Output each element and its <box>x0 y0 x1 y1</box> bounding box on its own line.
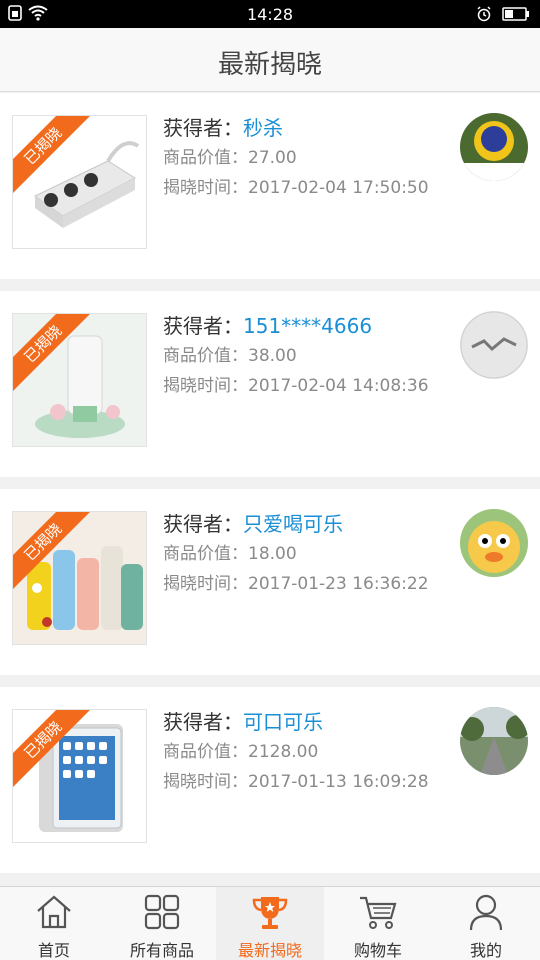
price-value: 2128.00 <box>248 742 319 762</box>
trophy-icon <box>252 897 288 929</box>
time-label: 揭晓时间： <box>163 376 248 396</box>
tab-mine[interactable]: 我的 <box>432 887 540 960</box>
avatar[interactable] <box>460 311 528 379</box>
price-value: 18.00 <box>248 544 297 564</box>
page-title: 最新揭晓 <box>217 50 322 80</box>
tab-all-products[interactable]: 所有商品 <box>108 887 216 960</box>
page-header: 最新揭晓 <box>0 28 540 92</box>
winner-name[interactable]: 秒杀 <box>243 116 283 140</box>
winner-label: 获得者： <box>163 116 243 140</box>
time-label: 揭晓时间： <box>163 178 248 198</box>
car-charger-image <box>13 116 146 248</box>
grid-icon <box>144 894 180 930</box>
bottom-tab-bar: 首页 所有商品 最新揭晓 购物车 我的 <box>0 886 540 960</box>
price-value: 38.00 <box>248 346 297 366</box>
time-label: 揭晓时间： <box>163 772 248 792</box>
price-value: 27.00 <box>248 148 297 168</box>
time-label: 揭晓时间： <box>163 574 248 594</box>
tab-home[interactable]: 首页 <box>0 887 108 960</box>
tab-latest-reveal[interactable]: 最新揭晓 <box>216 887 324 960</box>
home-icon <box>37 895 71 929</box>
avatar[interactable] <box>460 509 528 577</box>
cosmetic-tube-image <box>13 314 146 446</box>
tab-cart[interactable]: 购物车 <box>324 887 432 960</box>
list-item[interactable]: 已揭晓 获得者：只爱喝可乐 商品价值：18.00 揭晓时间：2017-01-23… <box>0 489 540 675</box>
price-label: 商品价值： <box>163 148 248 168</box>
tab-label: 我的 <box>469 941 502 960</box>
item-info: 获得者：151****4666 商品价值：38.00 揭晓时间：2017-02-… <box>163 311 429 401</box>
tab-label: 购物车 <box>353 941 402 960</box>
item-info: 获得者：秒杀 商品价值：27.00 揭晓时间：2017-02-04 17:50:… <box>163 113 429 203</box>
winner-label: 获得者： <box>163 314 243 338</box>
avatar[interactable] <box>460 113 528 181</box>
item-info: 获得者：可口可乐 商品价值：2128.00 揭晓时间：2017-01-13 16… <box>163 707 429 797</box>
product-image[interactable]: 已揭晓 <box>12 709 147 843</box>
avatar[interactable] <box>460 707 528 775</box>
time-value: 2017-02-04 17:50:50 <box>248 178 429 198</box>
tablet-image <box>13 710 146 842</box>
bottles-image <box>13 512 146 644</box>
list-item[interactable]: 已揭晓 获得者：可口可乐 商品价值：2128.00 揭晓时间：2017-01-1… <box>0 687 540 873</box>
battery-icon <box>502 7 529 21</box>
chick-avatar <box>460 509 528 577</box>
winner-name[interactable]: 可口可乐 <box>243 710 323 734</box>
flowers-avatar <box>460 113 528 181</box>
time-value: 2017-02-04 14:08:36 <box>248 376 429 396</box>
list-item[interactable]: 已揭晓 获得者：151****4666 商品价值：38.00 揭晓时间：2017… <box>0 291 540 477</box>
status-time: 14:28 <box>246 5 294 24</box>
item-info: 获得者：只爱喝可乐 商品价值：18.00 揭晓时间：2017-01-23 16:… <box>163 509 429 599</box>
price-label: 商品价值： <box>163 742 248 762</box>
product-image[interactable]: 已揭晓 <box>12 313 147 447</box>
price-label: 商品价值： <box>163 544 248 564</box>
price-label: 商品价值： <box>163 346 248 366</box>
time-value: 2017-01-13 16:09:28 <box>248 772 429 792</box>
product-image[interactable]: 已揭晓 <box>12 511 147 645</box>
time-value: 2017-01-23 16:36:22 <box>248 574 429 594</box>
winner-name[interactable]: 只爱喝可乐 <box>243 512 343 536</box>
tab-label: 最新揭晓 <box>237 941 302 960</box>
winner-name[interactable]: 151****4666 <box>243 314 372 338</box>
status-bar: 14:28 <box>0 0 540 28</box>
street-avatar <box>460 707 528 775</box>
tab-label: 所有商品 <box>129 941 194 960</box>
tab-label: 首页 <box>37 941 70 960</box>
product-image[interactable]: 已揭晓 <box>12 115 147 249</box>
cart-icon <box>360 896 397 929</box>
winner-label: 获得者： <box>163 512 243 536</box>
list-item[interactable]: 已揭晓 获得者：秒杀 商品价值：27.00 揭晓时间：2017-02-04 17… <box>0 93 540 279</box>
winner-label: 获得者： <box>163 710 243 734</box>
alarm-icon <box>477 6 491 22</box>
logo-avatar <box>460 311 528 379</box>
person-icon <box>469 894 503 931</box>
